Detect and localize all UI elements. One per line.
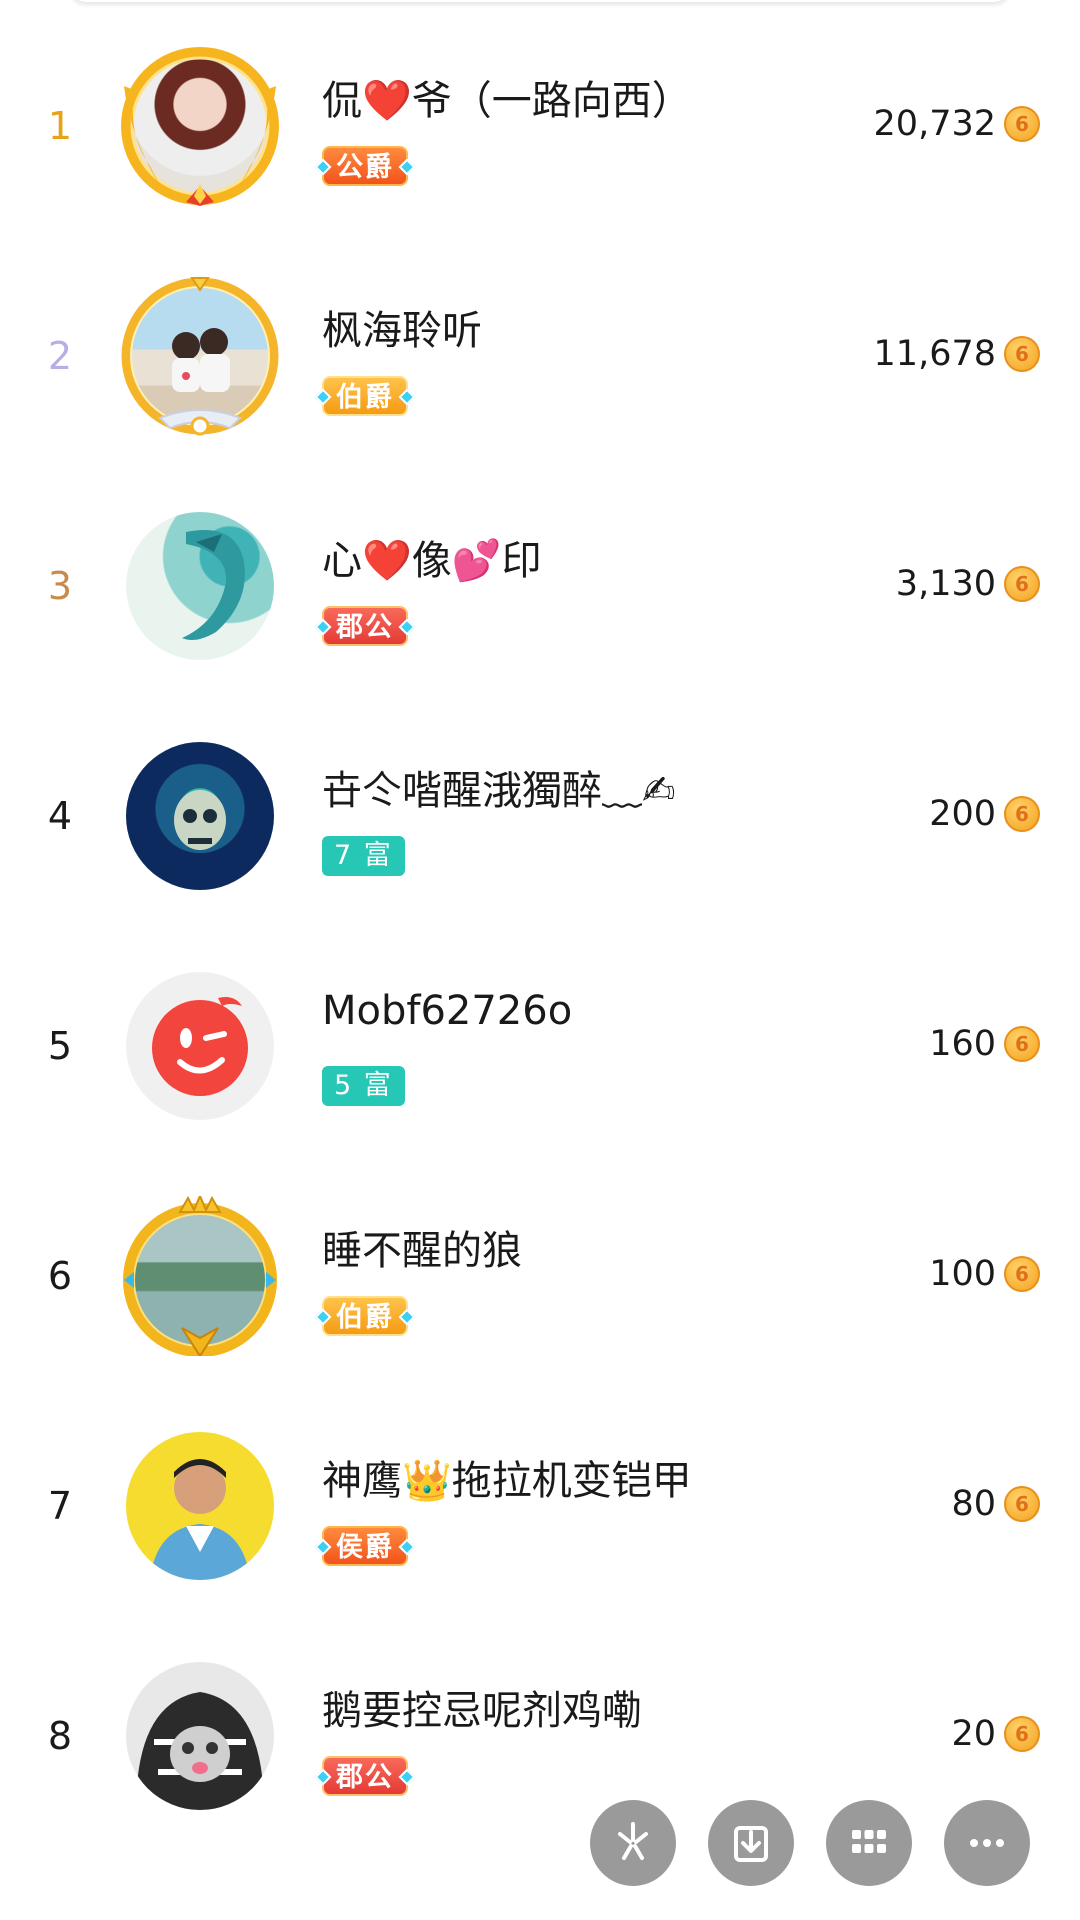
user-name[interactable]: 鹅要控忌呢剂鸡嘞 — [322, 1678, 642, 1736]
avatar[interactable] — [120, 1426, 280, 1586]
rank-number: 8 — [47, 1714, 73, 1758]
avatar[interactable] — [120, 276, 280, 436]
score-value: 100 — [929, 1254, 996, 1294]
list-item[interactable]: 6 睡不醒的狼 伯爵 100 6 — [0, 1160, 1080, 1390]
rank-number: 5 — [47, 1024, 73, 1068]
avatar-photo — [128, 54, 272, 198]
man-portrait-icon — [150, 1459, 250, 1580]
list-item[interactable]: 7 神鹰👑拖拉机变铠甲 侯爵 80 6 — [0, 1390, 1080, 1620]
badge-label: 郡公 — [336, 612, 394, 643]
badge-gem-icon — [398, 388, 416, 406]
badge-label: 伯爵 — [336, 1302, 394, 1333]
badge-label: 侯爵 — [336, 1532, 394, 1563]
title-badge: 郡公 — [314, 1756, 416, 1796]
user-name[interactable]: 心❤️像💕印 — [322, 528, 542, 586]
sheet-top-edge — [70, 0, 1010, 2]
score-value: 20 — [951, 1714, 996, 1754]
badge-label: 公爵 — [336, 152, 394, 183]
ranking-page: 1 侃❤️爷（一路向西） 公爵 20,732 6 2 枫海聆听 伯爵 11,67… — [0, 0, 1080, 1920]
user-name[interactable]: Mobf62726o — [322, 988, 572, 1034]
score-value: 200 — [929, 794, 996, 834]
floating-action-bar — [590, 1800, 1050, 1890]
avatar[interactable] — [120, 1656, 280, 1816]
skull-illustration-icon — [174, 790, 226, 850]
user-name[interactable]: 侃❤️爷（一路向西） — [322, 68, 692, 126]
badge-gem-icon — [398, 1768, 416, 1786]
title-badge: 公爵 — [314, 146, 416, 186]
badge-gem-icon — [314, 1768, 332, 1786]
score-value: 80 — [951, 1484, 996, 1524]
rank-number: 4 — [47, 794, 73, 838]
list-item[interactable]: 3 心❤️像💕印 郡公 3,130 6 — [0, 470, 1080, 700]
avatar[interactable] — [120, 506, 280, 666]
more-button[interactable] — [944, 1800, 1030, 1886]
coin-icon: 6 — [1004, 566, 1040, 602]
coin-icon: 6 — [1004, 1716, 1040, 1752]
coin-icon: 6 — [1004, 1026, 1040, 1062]
coin-icon: 6 — [1004, 1486, 1040, 1522]
user-name[interactable]: 卋仒喈醒涐獨醉﹏✍ — [322, 758, 676, 816]
avatar-photo — [126, 972, 274, 1120]
avatar-photo — [128, 1204, 272, 1348]
score-value: 160 — [929, 1024, 996, 1064]
avatar-photo — [128, 284, 272, 428]
score-value: 3,130 — [895, 564, 996, 604]
title-badge: 郡公 — [314, 606, 416, 646]
avatar[interactable] — [120, 966, 280, 1126]
avatar[interactable] — [120, 736, 280, 896]
score-value: 20,732 — [873, 104, 996, 144]
badge-gem-icon — [314, 1538, 332, 1556]
title-badge: 伯爵 — [314, 1296, 416, 1336]
title-badge: 伯爵 — [314, 376, 416, 416]
couple-illustration-icon — [172, 328, 230, 392]
badge-gem-icon — [314, 618, 332, 636]
badge-label: 郡公 — [336, 1762, 394, 1793]
avatar-photo — [126, 1662, 274, 1810]
user-name[interactable]: 睡不醒的狼 — [322, 1218, 522, 1276]
more-icon — [970, 1839, 1004, 1847]
coin-icon: 6 — [1004, 1256, 1040, 1292]
rank-number: 2 — [47, 334, 73, 378]
title-badge: 侯爵 — [314, 1526, 416, 1566]
coin-icon: 6 — [1004, 106, 1040, 142]
score-value: 11,678 — [873, 334, 996, 374]
badge-gem-icon — [398, 1308, 416, 1326]
avatar-photo — [126, 742, 274, 890]
avatar[interactable] — [120, 1196, 280, 1356]
user-name[interactable]: 神鹰👑拖拉机变铠甲 — [322, 1448, 692, 1506]
rank-number: 7 — [47, 1484, 73, 1528]
badge-gem-icon — [314, 388, 332, 406]
user-name[interactable]: 枫海聆听 — [322, 298, 482, 356]
sparkle-icon — [618, 1822, 648, 1860]
wealth-level-badge: 5 富 — [322, 1066, 405, 1106]
badge-gem-icon — [398, 618, 416, 636]
avatar-photo — [126, 512, 274, 660]
coin-icon: 6 — [1004, 796, 1040, 832]
sparkle-button[interactable] — [590, 1800, 676, 1886]
coin-icon: 6 — [1004, 336, 1040, 372]
list-item[interactable]: 4 卋仒喈醒涐獨醉﹏✍ 7 富 200 6 — [0, 700, 1080, 930]
badge-label: 伯爵 — [336, 382, 394, 413]
wealth-level-badge: 7 富 — [322, 836, 405, 876]
avatar[interactable] — [120, 46, 280, 206]
dragon-illustration-icon — [182, 530, 245, 640]
avatar-photo — [126, 1432, 274, 1580]
rank-number: 6 — [47, 1254, 73, 1298]
default-wink-avatar-icon — [152, 997, 248, 1096]
rank-number: 3 — [47, 564, 73, 608]
list-item[interactable]: 2 枫海聆听 伯爵 11,678 6 — [0, 240, 1080, 470]
cat-in-hoodie-icon — [136, 1692, 264, 1810]
rank-number: 1 — [47, 104, 73, 148]
badge-gem-icon — [314, 158, 332, 176]
badge-gem-icon — [398, 1538, 416, 1556]
list-item[interactable]: 5 Mobf62726o 5 富 160 6 — [0, 930, 1080, 1160]
download-button[interactable] — [708, 1800, 794, 1886]
badge-gem-icon — [398, 158, 416, 176]
download-icon — [734, 1826, 768, 1862]
grid-button[interactable] — [826, 1800, 912, 1886]
grid-icon — [852, 1830, 886, 1853]
list-item[interactable]: 1 侃❤️爷（一路向西） 公爵 20,732 6 — [0, 10, 1080, 240]
badge-gem-icon — [314, 1308, 332, 1326]
